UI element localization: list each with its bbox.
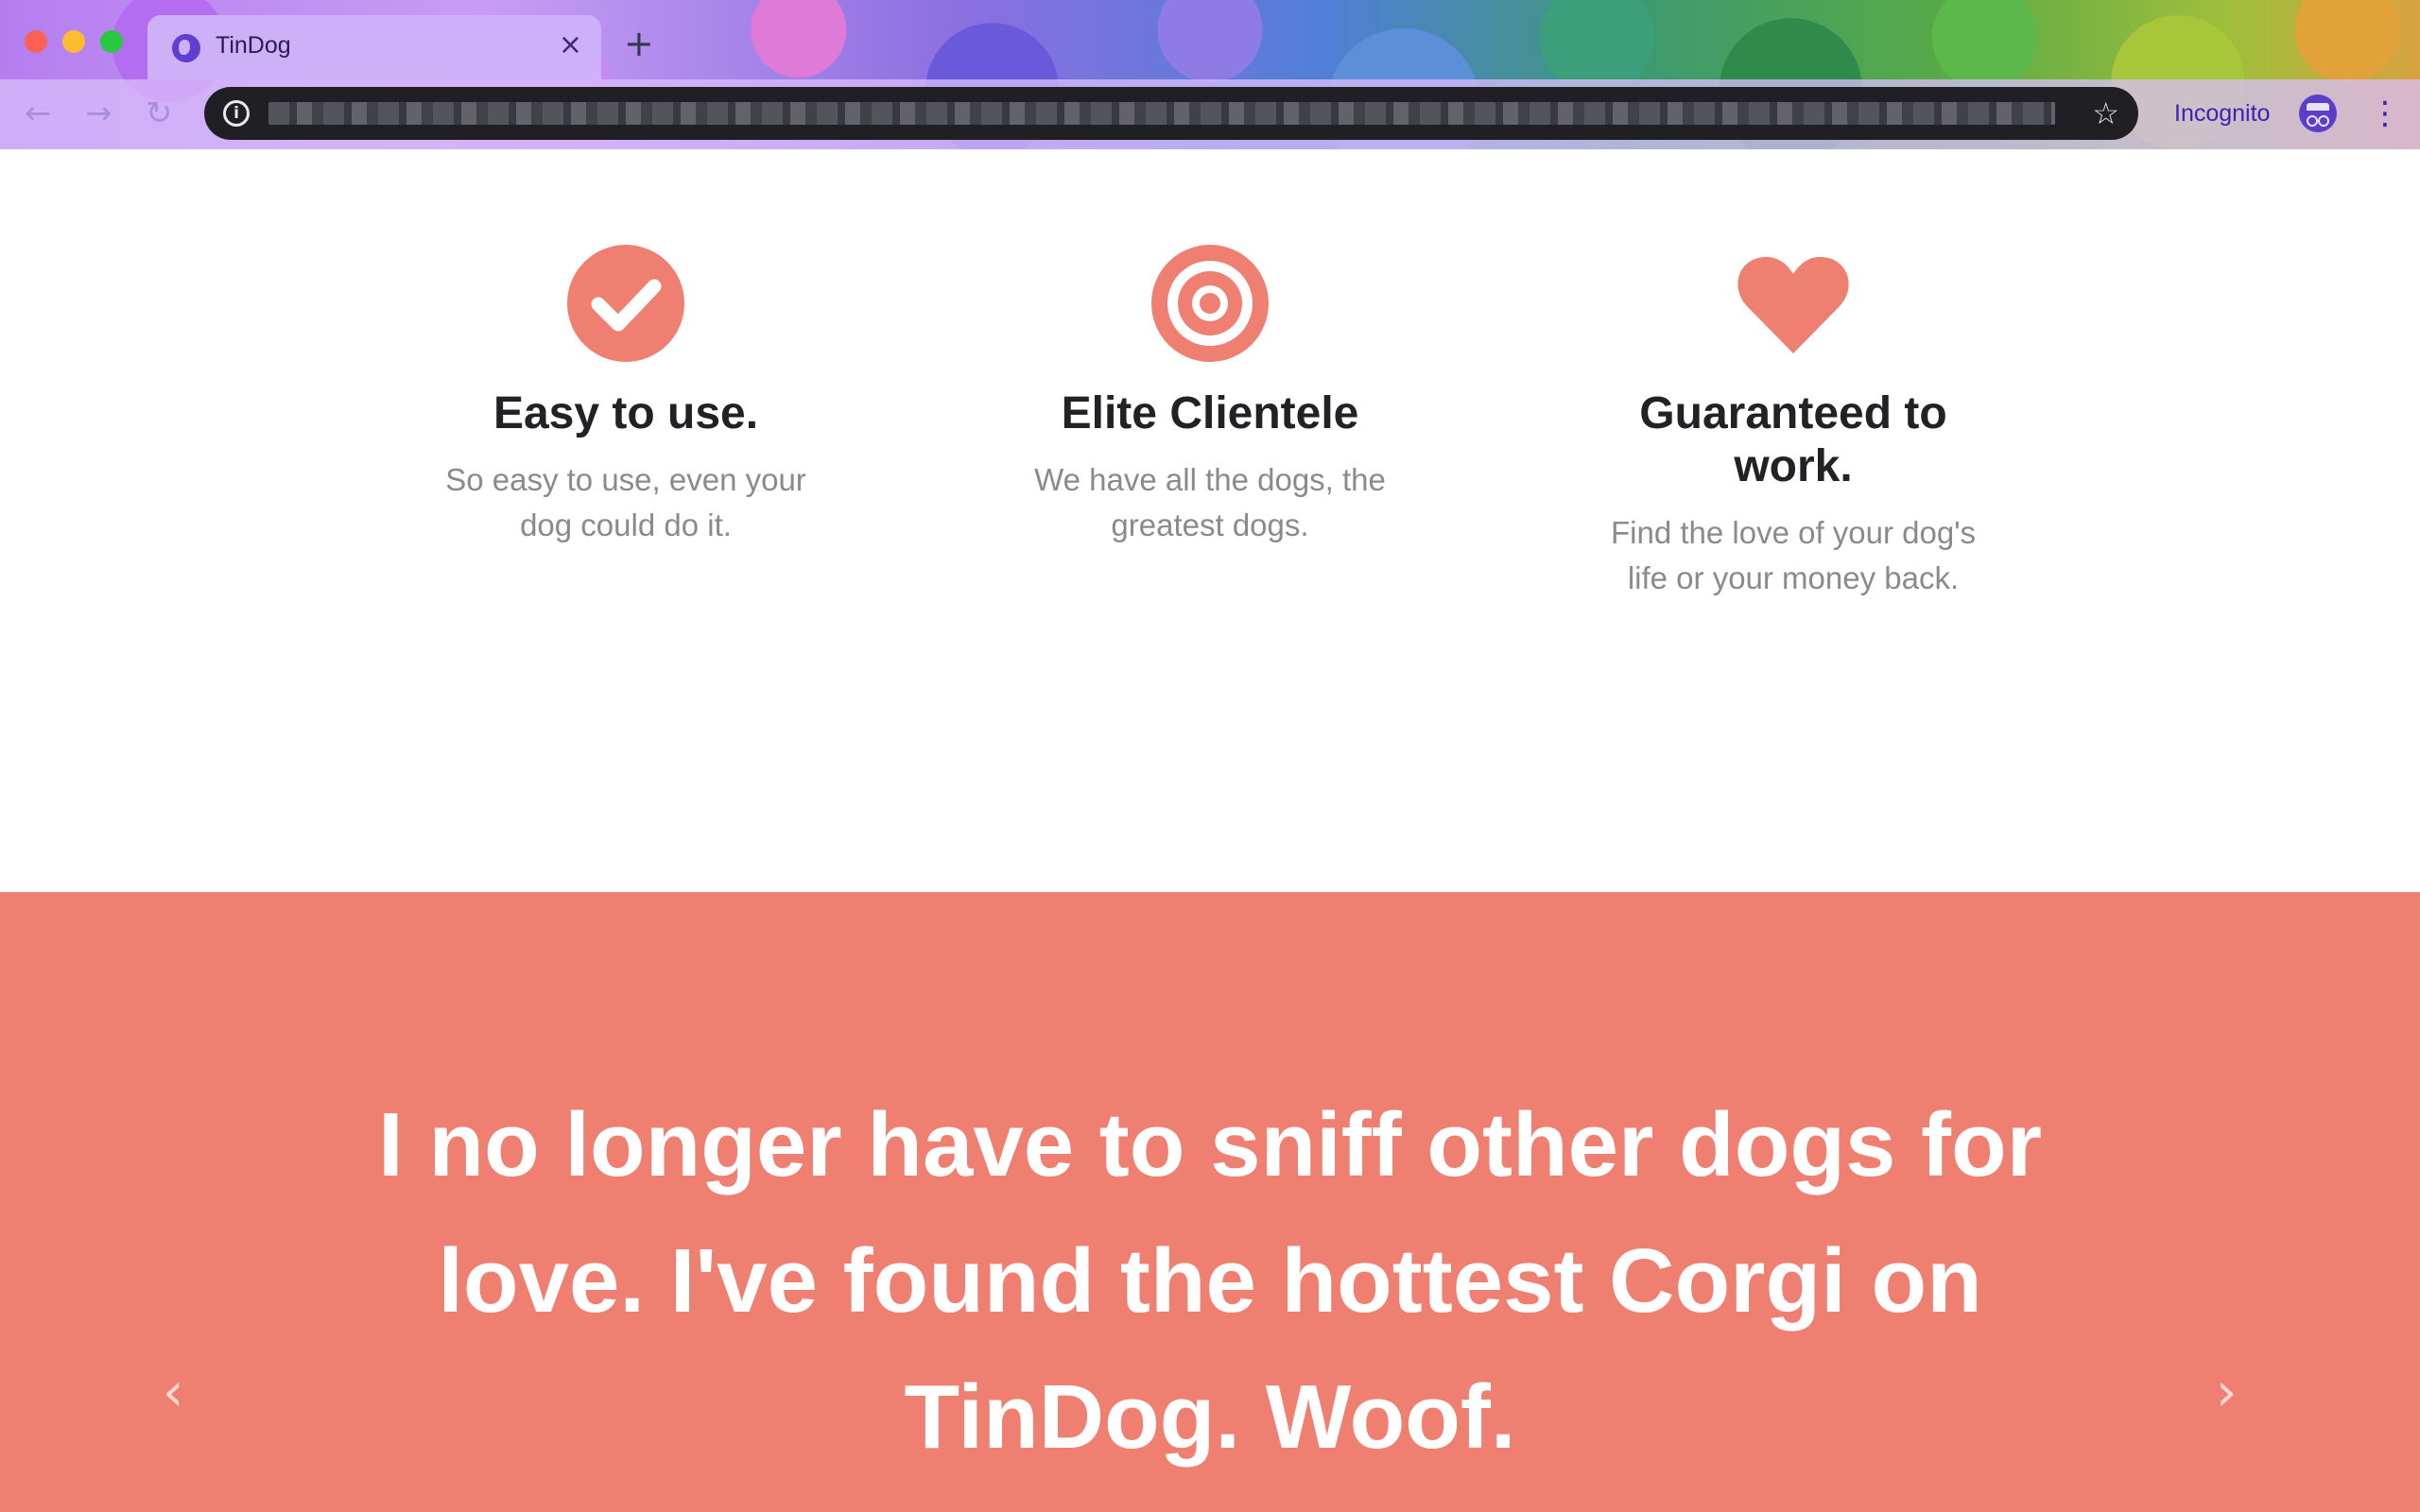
tab-close-icon[interactable]: ×	[559, 28, 582, 62]
carousel-prev-chevron-icon[interactable]: ‹	[163, 1365, 183, 1421]
minimize-window-button[interactable]	[62, 30, 85, 53]
features-section: Easy to use. So easy to use, even your d…	[0, 149, 2420, 892]
heart-icon	[1737, 256, 1849, 353]
feature-title: Easy to use.	[493, 388, 759, 438]
testimonial-section: I no longer have to sniff other dogs for…	[0, 892, 2420, 1512]
new-tab-button[interactable]: +	[624, 25, 654, 62]
info-icon[interactable]: i	[223, 100, 250, 127]
address-bar[interactable]: i ☆	[204, 87, 2138, 140]
feature-description: We have all the dogs, the greatest dogs.	[1034, 462, 1386, 542]
incognito-icon[interactable]	[2299, 94, 2337, 132]
feature-description: So easy to use, even your dog could do i…	[445, 462, 806, 542]
carousel-next-chevron-icon[interactable]: ›	[2216, 1365, 2237, 1421]
feature-title: Guaranteed to work.	[1639, 388, 1947, 491]
globe-icon	[172, 34, 200, 62]
browser-tab[interactable]: TinDog ×	[147, 15, 601, 79]
maximize-window-button[interactable]	[100, 30, 123, 53]
tab-title: TinDog	[216, 32, 291, 59]
incognito-label[interactable]: Incognito	[2174, 100, 2270, 128]
check-circle-icon	[567, 245, 684, 362]
url-redacted[interactable]	[268, 102, 2055, 125]
reload-icon[interactable]: ↻	[146, 94, 173, 132]
testimonial-quote: I no longer have to sniff other dogs for…	[377, 1094, 2042, 1468]
browser-menu-icon[interactable]: ⋮	[2369, 94, 2401, 132]
back-arrow-icon[interactable]: ←	[25, 94, 52, 132]
star-icon[interactable]: ☆	[2092, 94, 2119, 132]
feature-description: Find the love of your dog's life or your…	[1610, 515, 1977, 595]
forward-arrow-icon[interactable]: →	[85, 94, 112, 132]
bullseye-icon	[1151, 245, 1269, 362]
close-window-button[interactable]	[25, 30, 47, 53]
feature-title: Elite Clientele	[1061, 388, 1359, 438]
